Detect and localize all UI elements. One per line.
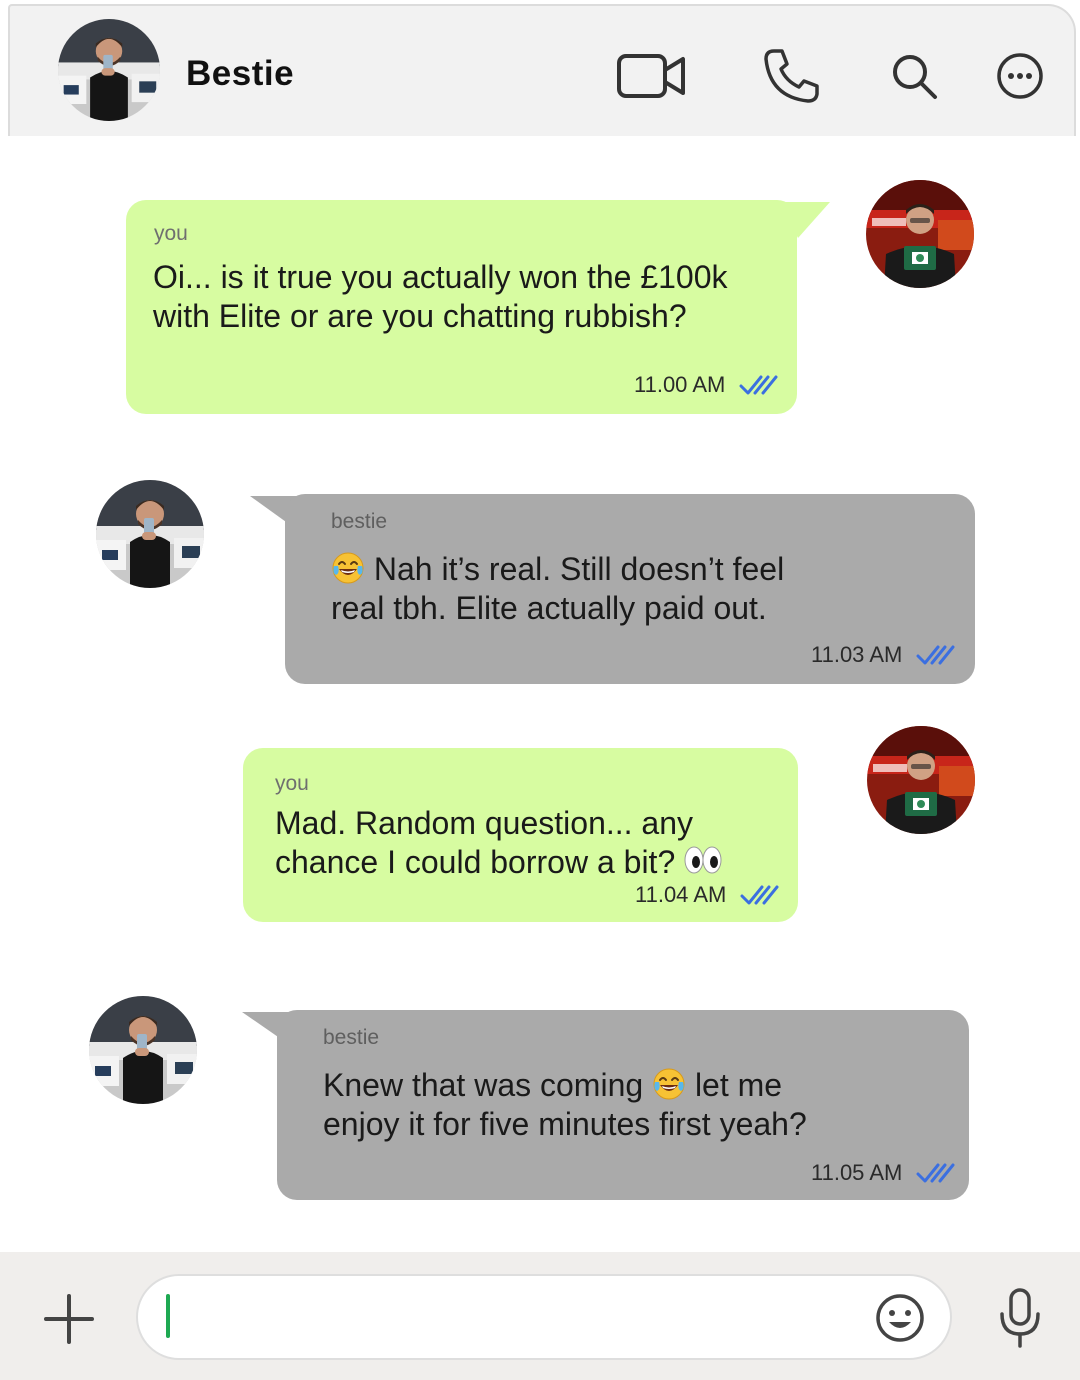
- eyes-emoji-icon: [684, 845, 722, 875]
- contact-avatar[interactable]: [58, 19, 160, 121]
- message-meta: 11.04 AM: [635, 882, 780, 908]
- plus-icon[interactable]: [38, 1288, 100, 1350]
- message-text: Knew that was coming let me enjoy it for…: [323, 1067, 807, 1142]
- video-call-icon[interactable]: [614, 44, 690, 108]
- read-receipt-icon: [916, 644, 956, 666]
- message-meta: 11.05 AM: [811, 1160, 956, 1186]
- avatar: [89, 996, 197, 1104]
- message-sender: you: [275, 772, 309, 795]
- message-sender: bestie: [323, 1026, 380, 1049]
- message-time: 11.03 AM: [811, 642, 903, 667]
- text-caret: [166, 1294, 170, 1338]
- message-bubble-sent[interactable]: you Oi... is it true you actually won th…: [126, 200, 797, 414]
- message-text: Nah it’s real. Still doesn’t feel real t…: [331, 551, 785, 626]
- message-bubble-received[interactable]: bestie Knew that was coming let me enjoy…: [277, 1010, 969, 1200]
- message-text: Mad. Random question... any chance I cou…: [275, 804, 722, 882]
- chat-header: Bestie: [8, 4, 1076, 136]
- read-receipt-icon: [916, 1162, 956, 1184]
- message-time: 11.00 AM: [634, 372, 726, 397]
- avatar: [866, 180, 974, 288]
- message-time: 11.04 AM: [635, 882, 727, 907]
- read-receipt-icon: [739, 374, 779, 396]
- message-input[interactable]: [178, 1290, 858, 1346]
- search-icon[interactable]: [876, 44, 952, 108]
- message-time: 11.05 AM: [811, 1160, 903, 1185]
- message-bubble-received[interactable]: bestie Nah it’s real. Still doesn’t feel…: [285, 494, 975, 684]
- message-composer: [0, 1252, 1080, 1380]
- laughing-crying-emoji-icon: [331, 551, 365, 585]
- message-sender: you: [154, 222, 188, 245]
- message-input-wrapper[interactable]: [136, 1274, 952, 1360]
- laughing-crying-emoji-icon: [652, 1067, 686, 1101]
- read-receipt-icon: [740, 884, 780, 906]
- message-meta: 11.00 AM: [634, 372, 779, 398]
- avatar: [96, 480, 204, 588]
- message-meta: 11.03 AM: [811, 642, 956, 668]
- contact-name[interactable]: Bestie: [186, 54, 294, 94]
- phone-call-icon[interactable]: [754, 44, 830, 108]
- more-options-icon[interactable]: [982, 44, 1058, 108]
- emoji-icon[interactable]: [872, 1290, 928, 1346]
- message-bubble-sent[interactable]: you Mad. Random question... any chance I…: [243, 748, 798, 922]
- microphone-icon[interactable]: [994, 1286, 1046, 1350]
- message-text: Oi... is it true you actually won the £1…: [153, 259, 728, 334]
- avatar: [867, 726, 975, 834]
- message-list[interactable]: you Oi... is it true you actually won th…: [0, 138, 1080, 1252]
- message-sender: bestie: [331, 510, 388, 533]
